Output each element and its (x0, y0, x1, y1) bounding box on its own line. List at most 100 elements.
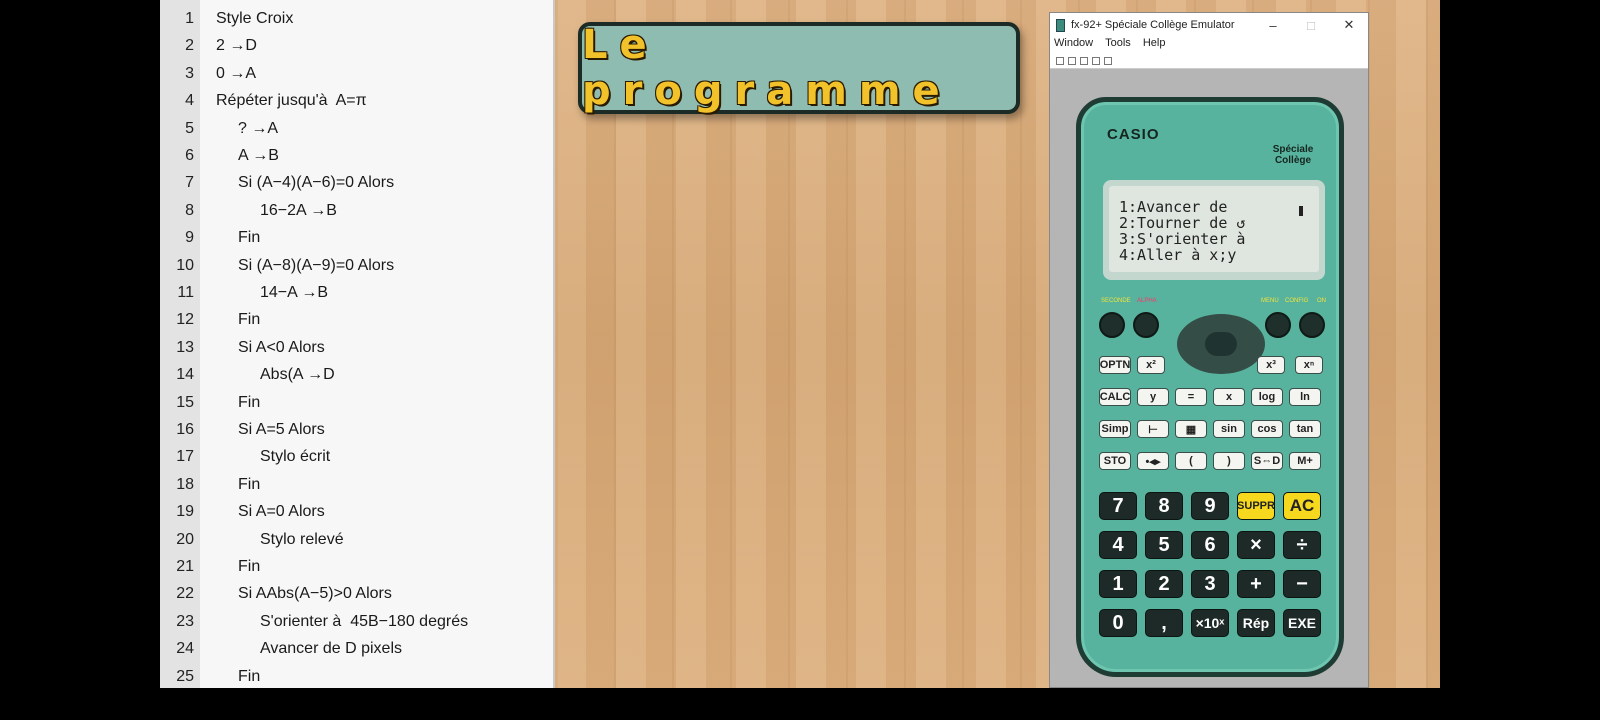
line-number: 16 (176, 421, 194, 438)
code-text: Stylo écrit (260, 448, 331, 466)
code-text: Si (A−4)(A−6)=0 Alors (238, 174, 395, 192)
simp-key[interactable]: Simp (1099, 420, 1131, 438)
tan-key[interactable]: tan (1289, 420, 1321, 438)
ac-key[interactable]: AC (1283, 492, 1321, 520)
code-text: Fin (238, 229, 261, 247)
x-power-key[interactable]: xⁿ (1295, 356, 1323, 374)
code-line: 9 Fin (160, 224, 555, 251)
x-cubed-key[interactable]: x³ (1257, 356, 1285, 374)
minus-key[interactable]: − (1283, 570, 1321, 598)
ln-key[interactable]: ln (1289, 388, 1321, 406)
sto-key[interactable]: STO (1099, 452, 1131, 470)
key-3[interactable]: 3 (1191, 570, 1229, 598)
y-key[interactable]: y (1137, 388, 1169, 406)
menu-help[interactable]: Help (1143, 37, 1166, 53)
exponent-key[interactable]: ×10ˣ (1191, 609, 1229, 637)
line-number: 8 (185, 201, 194, 219)
dpad-center[interactable] (1205, 332, 1237, 356)
line-number: 17 (176, 448, 194, 466)
plus-key[interactable]: + (1237, 570, 1275, 598)
on-button[interactable] (1299, 312, 1325, 338)
line-number: 12 (176, 311, 194, 329)
fraction-key[interactable]: ⊢ (1137, 420, 1169, 438)
code-line: 10 Si (A−8)(A−9)=0 Alors (160, 252, 555, 279)
key-0[interactable]: 0 (1099, 609, 1137, 637)
key-5[interactable]: 5 (1145, 531, 1183, 559)
optn-key[interactable]: OPTN (1099, 356, 1131, 374)
key-8[interactable]: 8 (1145, 492, 1183, 520)
s-d-key[interactable]: S⇔D (1251, 452, 1283, 470)
calculator-screen: 1:Avancer de 2:Tourner de ↺ 3:S'orienter… (1109, 186, 1319, 272)
code-line: 13 Si A<0 Alors (160, 334, 555, 361)
close-button[interactable]: ✕ (1330, 17, 1368, 33)
screen-line: 4:Aller à x;y (1119, 246, 1237, 264)
emulator-window: fx-92+ Spéciale Collège Emulator – □ ✕ W… (1049, 12, 1369, 688)
brand-logo: CASIO (1107, 126, 1160, 143)
code-text: Si (A−8)(A−9)=0 Alors (238, 256, 395, 274)
menu-tools[interactable]: Tools (1105, 37, 1131, 53)
cos-key[interactable]: cos (1251, 420, 1283, 438)
key-6[interactable]: 6 (1191, 531, 1229, 559)
log-key[interactable]: log (1251, 388, 1283, 406)
line-number: 18 (176, 475, 194, 493)
code-line: 24 Avancer de D pixels (160, 635, 555, 662)
x-squared-key[interactable]: x² (1137, 356, 1165, 374)
code-line: 20 Stylo relevé (160, 526, 555, 553)
code-line: 6 A →B (160, 142, 555, 169)
multiply-key[interactable]: × (1237, 531, 1275, 559)
code-text: Fin (238, 311, 261, 329)
sin-key[interactable]: sin (1213, 420, 1245, 438)
close-paren-key[interactable]: ) (1213, 452, 1245, 470)
toolbar-icon[interactable] (1068, 56, 1076, 65)
line-number: 19 (176, 503, 194, 521)
title-panel: Le programme (578, 22, 1020, 114)
code-line: 17 Stylo écrit (160, 443, 555, 470)
code-line: 22 Si AAbs(A−5)>0 Alors (160, 580, 555, 607)
calculator-app-icon (1056, 18, 1065, 32)
second-button[interactable] (1099, 312, 1125, 338)
line-number: 23 (176, 612, 194, 630)
code-text: Si AAbs(A−5)>0 Alors (238, 585, 392, 603)
m-plus-key[interactable]: M+ (1289, 452, 1321, 470)
toolbar-icon[interactable] (1104, 56, 1112, 65)
exe-key[interactable]: EXE (1283, 609, 1321, 637)
toolbar-icon[interactable] (1092, 56, 1100, 65)
menu-window[interactable]: Window (1054, 37, 1093, 53)
minimize-button[interactable]: – (1254, 18, 1292, 33)
comma-key[interactable]: , (1145, 609, 1183, 637)
rep-key[interactable]: Rép (1237, 609, 1275, 637)
calculator-body: CASIO Spéciale Collège 1:Avancer de 2:To… (1076, 97, 1344, 677)
maximize-button[interactable]: □ (1292, 18, 1330, 33)
open-paren-key[interactable]: ( (1175, 452, 1207, 470)
line-number: 25 (176, 667, 194, 685)
navigation-pad[interactable] (1177, 314, 1265, 374)
key-2[interactable]: 2 (1145, 570, 1183, 598)
menu-bar: Window Tools Help (1050, 37, 1368, 53)
alpha-button[interactable] (1133, 312, 1159, 338)
equals-key[interactable]: = (1175, 388, 1207, 406)
toolbar-icon[interactable] (1080, 56, 1088, 65)
arrow-key[interactable]: •◂▸ (1137, 452, 1169, 470)
line-number: 21 (176, 558, 194, 575)
key-1[interactable]: 1 (1099, 570, 1137, 598)
line-number: 6 (185, 147, 194, 164)
key-7[interactable]: 7 (1099, 492, 1137, 520)
code-text: Abs(A →D (260, 366, 335, 384)
edition-line: Spéciale (1272, 144, 1314, 155)
toolbar-icon[interactable] (1056, 56, 1064, 65)
slide-title: Le programme (582, 22, 952, 114)
menu-button[interactable] (1265, 312, 1291, 338)
division-fraction-key[interactable]: ▦ (1175, 420, 1207, 438)
code-text: A →B (238, 147, 279, 164)
line-number: 5 (185, 119, 194, 137)
code-line: 4 Répéter jusqu'à A=π (160, 87, 555, 114)
key-4[interactable]: 4 (1099, 531, 1137, 559)
calc-key[interactable]: CALC (1099, 388, 1131, 406)
suppr-key[interactable]: SUPPR (1237, 492, 1275, 520)
code-line: 15 Fin (160, 389, 555, 416)
x-key[interactable]: x (1213, 388, 1245, 406)
code-text: Fin (238, 558, 261, 575)
divide-key[interactable]: ÷ (1283, 531, 1321, 559)
key-9[interactable]: 9 (1191, 492, 1229, 520)
line-number: 4 (185, 92, 194, 110)
